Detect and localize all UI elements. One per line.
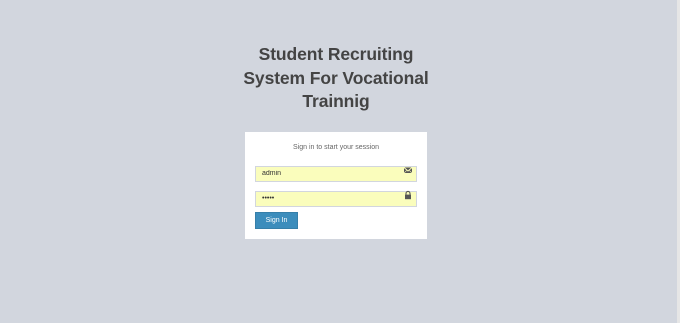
lock-icon [405,190,411,200]
login-box: Sign in to start your session Sign In [245,132,427,239]
page-title-line-1: Student Recruiting [258,44,414,64]
page-title-line-3: Trainnig [302,91,370,111]
password-field-group [255,187,417,207]
username-field[interactable] [255,165,417,182]
page-title-line-2: System For Vocational [243,67,429,88]
sign-in-button[interactable]: Sign In [255,212,298,229]
username-field-group [255,162,417,182]
login-message: Sign in to start your session [293,144,379,151]
envelope-icon [403,167,413,174]
page-title: Student Recruiting System For Vocational… [238,43,434,114]
password-field[interactable] [255,190,417,207]
login-page: Student Recruiting System For Vocational… [0,0,677,323]
